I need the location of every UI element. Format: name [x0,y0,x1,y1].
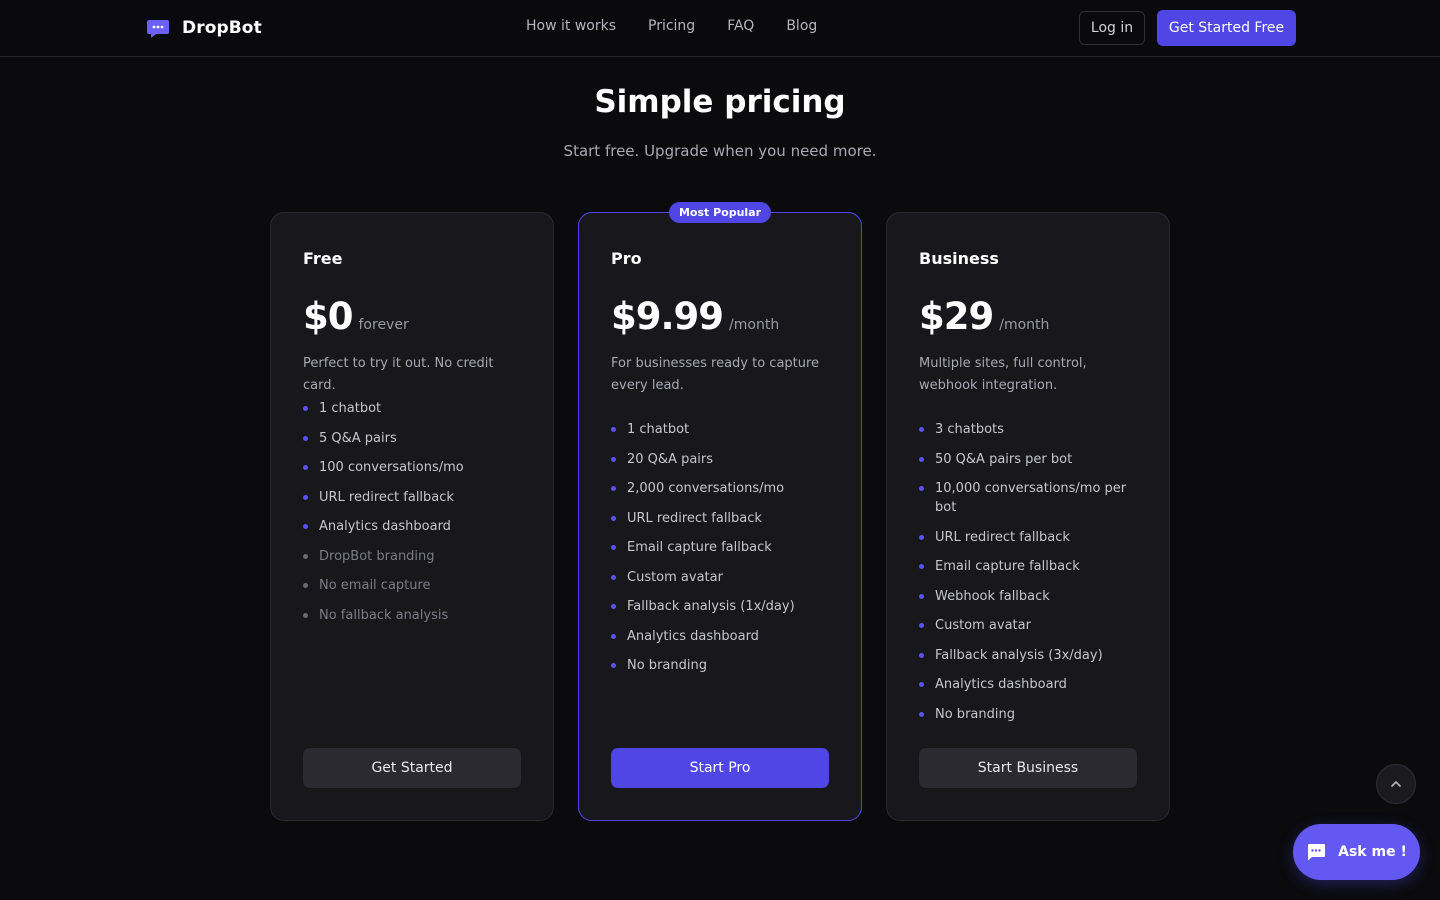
plan-name: Business [919,249,999,268]
feature-item: 100 conversations/mo [303,458,525,477]
feature-item: Email capture fallback [611,538,833,557]
nav-links: How it works Pricing FAQ Blog [526,18,817,34]
feature-item: 50 Q&A pairs per bot [919,450,1141,469]
nav-link-pricing[interactable]: Pricing [648,18,695,34]
ask-me-chat-button[interactable]: Ask me ! [1293,824,1420,880]
plan-card-business: Business $29 /month Multiple sites, full… [886,212,1170,821]
brand[interactable]: DropBot [146,16,262,40]
navbar: DropBot How it works Pricing FAQ Blog Lo… [0,0,1440,57]
price-row: $9.99 /month [611,295,779,338]
plan-price: $0 [303,295,353,338]
feature-item: No branding [611,656,833,675]
plan-period: /month [999,317,1050,333]
brand-name: DropBot [182,18,262,38]
plan-price: $29 [919,295,994,338]
chat-bubble-icon [1308,844,1326,861]
feature-list: 1 chatbot 5 Q&A pairs 100 conversations/… [303,399,525,635]
page-subtitle: Start free. Upgrade when you need more. [563,142,877,160]
feature-item: Analytics dashboard [303,517,525,536]
plan-card-pro: Most Popular Pro $9.99 /month For busine… [578,202,862,821]
price-row: $0 forever [303,295,409,338]
feature-item: 10,000 conversations/mo per bot [919,479,1141,517]
feature-item: 20 Q&A pairs [611,450,833,469]
ask-me-label: Ask me ! [1338,844,1407,860]
plan-period: /month [729,317,780,333]
feature-item: 1 chatbot [303,399,525,418]
feature-item: Analytics dashboard [919,675,1141,694]
feature-item: 1 chatbot [611,420,833,439]
feature-item-disabled: No fallback analysis [303,606,525,625]
scroll-to-top-button[interactable] [1376,764,1416,804]
feature-item: URL redirect fallback [303,488,525,507]
plan-description: Perfect to try it out. No credit card. [303,356,494,393]
feature-item: No branding [919,705,1141,724]
get-started-free-button[interactable]: Get Started Free [1157,10,1296,46]
chevron-up-icon [1391,781,1401,787]
plan-price: $9.99 [611,295,724,338]
feature-list: 1 chatbot 20 Q&A pairs 2,000 conversatio… [611,420,833,686]
feature-item: Fallback analysis (1x/day) [611,597,833,616]
feature-item: 2,000 conversations/mo [611,479,833,498]
feature-list: 3 chatbots 50 Q&A pairs per bot 10,000 c… [919,420,1141,734]
feature-item-disabled: No email capture [303,576,525,595]
plan-period: forever [358,317,409,333]
login-button[interactable]: Log in [1079,11,1145,45]
feature-item-disabled: DropBot branding [303,547,525,566]
get-started-button[interactable]: Get Started [303,748,521,788]
feature-item: Fallback analysis (3x/day) [919,646,1141,665]
feature-item: URL redirect fallback [611,509,833,528]
plan-description: For businesses ready to capture every le… [611,356,820,393]
nav-link-faq[interactable]: FAQ [727,18,754,34]
feature-item: Email capture fallback [919,557,1141,576]
feature-item: 3 chatbots [919,420,1141,439]
start-pro-button[interactable]: Start Pro [611,748,829,788]
plan-name: Free [303,249,343,268]
feature-item: Webhook fallback [919,587,1141,606]
most-popular-badge: Most Popular [669,202,771,223]
page-title: Simple pricing [594,84,846,120]
feature-item: Analytics dashboard [611,627,833,646]
feature-item: Custom avatar [611,568,833,587]
plan-description: Multiple sites, full control, webhook in… [919,356,1087,393]
feature-item: Custom avatar [919,616,1141,635]
start-business-button[interactable]: Start Business [919,748,1137,788]
nav-link-blog[interactable]: Blog [786,18,817,34]
feature-item: 5 Q&A pairs [303,429,525,448]
feature-item: URL redirect fallback [919,528,1141,547]
plan-name: Pro [611,249,642,268]
chat-bubble-logo-icon [147,20,169,38]
nav-link-how-it-works[interactable]: How it works [526,18,616,34]
plan-card-free: Free $0 forever Perfect to try it out. N… [270,212,554,821]
price-row: $29 /month [919,295,1049,338]
